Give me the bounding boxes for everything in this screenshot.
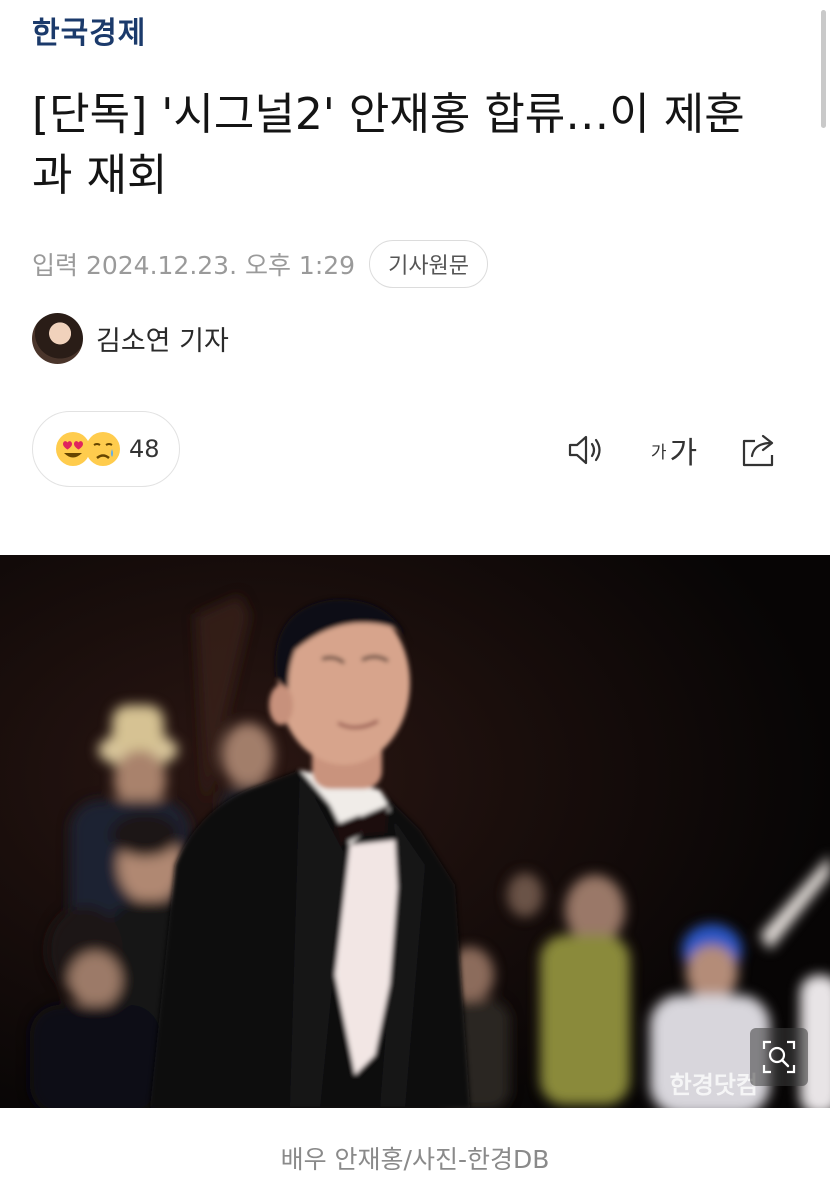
crying-emoji-icon xyxy=(86,432,120,466)
scroll-indicator[interactable] xyxy=(821,10,826,128)
photo-caption: 배우 안재홍/사진-한경DB xyxy=(280,1145,550,1174)
photo-zoom-button[interactable] xyxy=(750,1028,808,1086)
red-carpet-photo xyxy=(0,555,830,1108)
zoom-icon xyxy=(762,1040,796,1074)
reporter-avatar[interactable] xyxy=(32,313,83,364)
publisher-logo[interactable]: 한국경제 xyxy=(32,8,146,52)
tts-button[interactable] xyxy=(565,430,607,470)
font-size-icon-small: 가 xyxy=(650,442,667,463)
reaction-count: 48 xyxy=(129,435,160,463)
font-size-button[interactable]: 가가 xyxy=(648,430,700,471)
publish-time: 입력 2024.12.23. 오후 1:29 xyxy=(32,251,356,280)
article-headline: [단독] '시그널2' 안재홍 합류…이 제훈과 재회 xyxy=(32,89,745,201)
font-size-icon-large: 가 xyxy=(669,436,698,471)
original-article-button[interactable]: 기사원문 xyxy=(369,240,489,288)
share-button[interactable] xyxy=(738,430,782,470)
speaker-icon xyxy=(568,435,601,465)
byline[interactable]: 김소연 기자 xyxy=(32,313,229,364)
share-icon xyxy=(742,434,774,467)
reaction-button[interactable]: 48 xyxy=(32,411,180,487)
article-meta: 입력 2024.12.23. 오후 1:29 기사원문 xyxy=(32,238,489,290)
article-photo[interactable]: 한경닷컴 xyxy=(0,555,830,1108)
photo-watermark: 한경닷컴 xyxy=(669,1071,758,1099)
reporter-name[interactable]: 김소연 기자 xyxy=(96,319,229,358)
